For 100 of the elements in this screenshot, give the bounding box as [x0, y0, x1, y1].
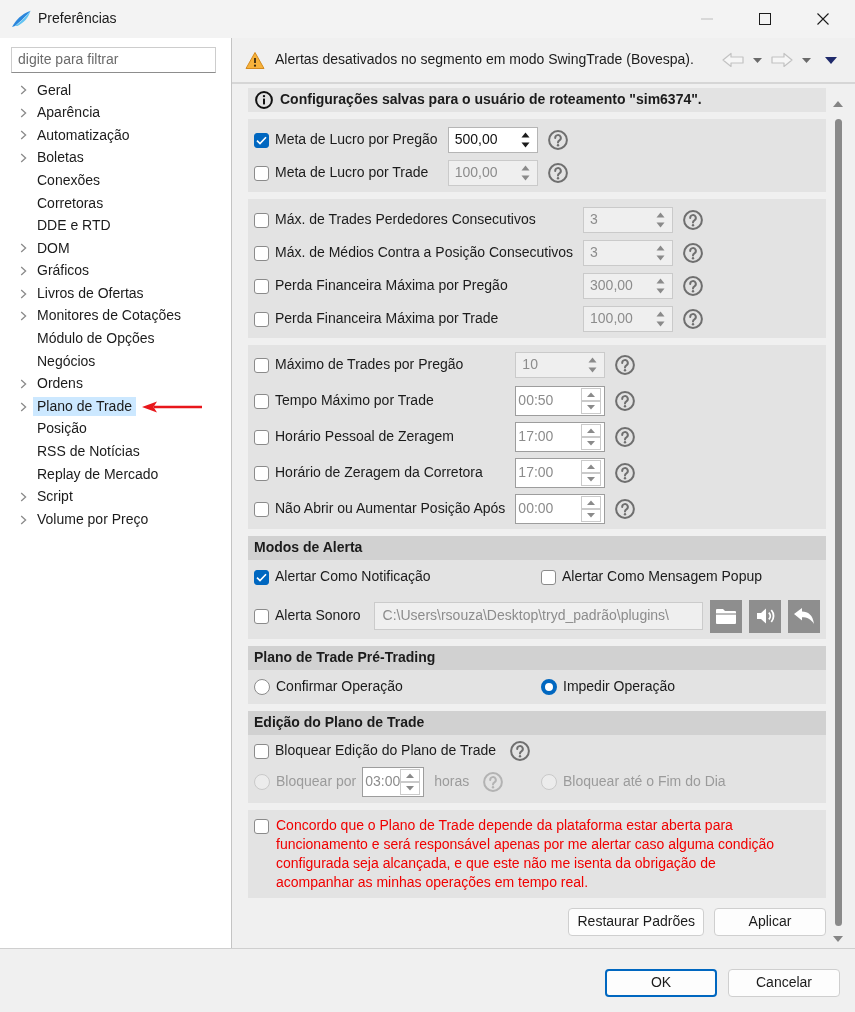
tree-item[interactable]: Replay de Mercado	[33, 464, 163, 485]
checkbox-label: Máx. de Médios Contra a Posição Consecutivos	[275, 244, 574, 262]
help-icon[interactable]	[683, 309, 704, 329]
checkbox[interactable]	[254, 165, 269, 181]
chevron-icon[interactable]	[20, 288, 27, 299]
apply-button[interactable]: Aplicar	[714, 908, 826, 936]
radio-label: Impedir Operação	[563, 678, 676, 696]
help-icon[interactable]	[510, 741, 531, 761]
maximize-icon[interactable]	[759, 13, 771, 25]
help-icon[interactable]	[683, 210, 704, 230]
chevron-icon[interactable]	[20, 107, 27, 118]
help-icon[interactable]	[615, 427, 636, 447]
help-icon[interactable]	[615, 355, 636, 375]
help-icon[interactable]	[547, 163, 568, 183]
info-message: Configurações salvas para o usuário de roteamento "sim6374".	[280, 91, 702, 109]
tree-item[interactable]: Negócios	[33, 351, 100, 372]
play-sound-button[interactable]	[749, 599, 781, 633]
checkbox-label: Máx. de Trades Perdedores Consecutivos	[275, 211, 536, 229]
tree-item[interactable]: Script	[33, 487, 77, 507]
tree-item[interactable]: Automatização	[33, 125, 134, 146]
checkbox[interactable]	[541, 569, 556, 585]
checkbox[interactable]	[254, 393, 269, 409]
close-icon[interactable]	[817, 13, 829, 25]
checkbox[interactable]	[254, 357, 269, 373]
checkbox-label: Meta de Lucro por Pregão	[275, 131, 438, 149]
tree-item[interactable]: DDE e RTD	[33, 216, 115, 236]
unit-label: horas	[434, 773, 470, 791]
checkbox-label: Alertar Como Mensagem Popup	[562, 568, 762, 586]
tree-item[interactable]: Conexões	[33, 170, 105, 191]
help-icon[interactable]	[615, 391, 636, 411]
number-spinner[interactable]: 500,00	[447, 127, 538, 153]
radio-button[interactable]	[541, 679, 557, 695]
checkbox[interactable]	[254, 465, 269, 481]
menu-caret-icon[interactable]	[825, 56, 837, 64]
tree-item[interactable]: RSS de Notícias	[33, 442, 144, 462]
spin-arrows-icon[interactable]	[520, 131, 530, 149]
tree-item[interactable]: Gráficos	[33, 261, 94, 281]
reset-button[interactable]	[788, 599, 820, 633]
scroll-down-icon[interactable]	[833, 936, 843, 942]
speaker-icon	[755, 606, 775, 626]
checkbox[interactable]	[254, 501, 269, 517]
checkbox-label: Máximo de Trades por Pregão	[275, 356, 464, 374]
chevron-icon[interactable]	[20, 243, 27, 254]
help-icon[interactable]	[683, 276, 704, 296]
checkbox[interactable]	[254, 569, 269, 585]
help-icon[interactable]	[615, 499, 636, 519]
checkbox[interactable]	[254, 212, 269, 228]
tree-item[interactable]: Monitores de Cotações	[33, 306, 185, 326]
dropdown-caret-icon[interactable]	[802, 57, 811, 63]
checkbox-label: Não Abrir ou Aumentar Posição Após	[275, 500, 506, 518]
checkbox[interactable]	[254, 429, 269, 445]
tree-item[interactable]: DOM	[33, 238, 74, 259]
checkbox[interactable]	[254, 278, 269, 294]
help-icon[interactable]	[547, 130, 568, 150]
chevron-icon[interactable]	[20, 379, 27, 389]
chevron-icon[interactable]	[20, 492, 27, 502]
ok-button[interactable]: OK	[605, 968, 717, 997]
chevron-icon[interactable]	[20, 85, 27, 96]
tree-item[interactable]: Posição	[33, 419, 91, 439]
info-icon	[255, 91, 273, 109]
chevron-icon[interactable]	[20, 514, 27, 525]
tree-item[interactable]: Aparência	[33, 103, 105, 123]
checkbox[interactable]	[254, 132, 269, 148]
tree-item[interactable]: Corretoras	[33, 193, 108, 213]
checkbox[interactable]	[254, 819, 269, 834]
tree-item[interactable]: Boletas	[33, 148, 88, 168]
chevron-icon[interactable]	[20, 311, 27, 322]
checkbox-label: Bloquear Edição do Plano de Trade	[275, 742, 497, 760]
checkbox-label: Tempo Máximo por Trade	[275, 392, 434, 410]
checkbox[interactable]	[254, 245, 269, 261]
cancel-button[interactable]: Cancelar	[728, 968, 840, 997]
chevron-icon[interactable]	[20, 266, 27, 277]
checkbox-label: Perda Financeira Máxima por Pregão	[275, 277, 508, 295]
tree-item[interactable]: Módulo de Opções	[33, 329, 159, 349]
chevron-icon[interactable]	[20, 130, 27, 141]
radio-label: Bloquear por	[276, 773, 357, 791]
checkbox-label: Horário Pessoal de Zeragem	[275, 428, 454, 446]
annotation-arrow-icon	[141, 400, 202, 413]
checkbox-label: Perda Financeira Máxima por Trade	[275, 310, 499, 328]
help-icon[interactable]	[683, 243, 704, 263]
tree-item[interactable]: Volume por Preço	[33, 509, 153, 530]
filter-field[interactable]: digite para filtrar	[11, 47, 216, 73]
help-icon[interactable]	[615, 463, 636, 483]
scrollbar-thumb[interactable]	[834, 119, 842, 926]
scroll-up-icon[interactable]	[833, 101, 843, 107]
section-header: Modos de Alerta	[248, 536, 826, 560]
chevron-icon[interactable]	[20, 401, 27, 412]
checkbox[interactable]	[254, 608, 269, 624]
checkbox[interactable]	[254, 311, 269, 327]
tree-item[interactable]: Ordens	[33, 374, 87, 394]
browse-button[interactable]	[710, 599, 742, 633]
chevron-icon[interactable]	[20, 153, 27, 164]
tree-item[interactable]: Geral	[33, 80, 76, 101]
radio-button[interactable]	[254, 679, 270, 695]
tree-item[interactable]: Plano de Trade	[33, 396, 136, 417]
checkbox[interactable]	[254, 743, 269, 759]
restore-defaults-button[interactable]: Restaurar Padrões	[568, 908, 704, 936]
checkbox-label: Meta de Lucro por Trade	[275, 164, 429, 182]
tree-item[interactable]: Livros de Ofertas	[33, 283, 148, 304]
dropdown-caret-icon[interactable]	[753, 57, 762, 63]
